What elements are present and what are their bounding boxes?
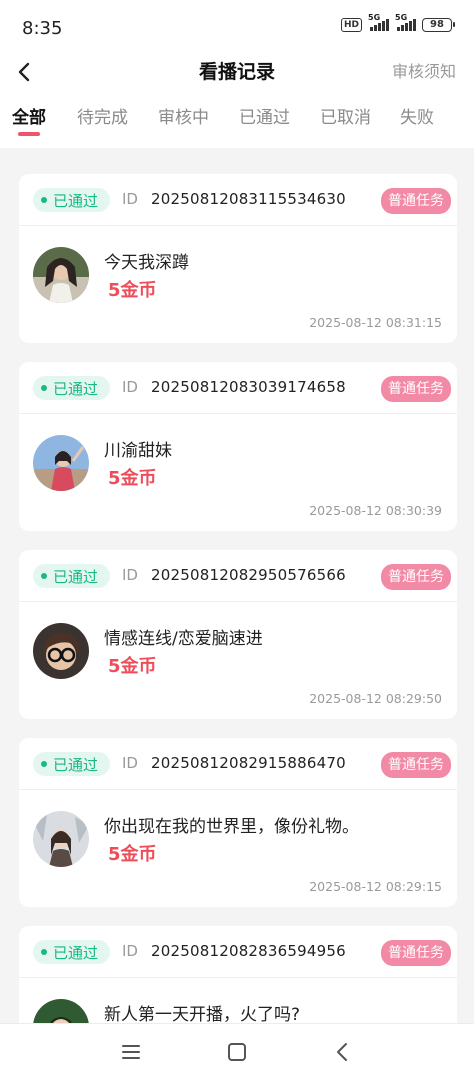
task-type-badge: 普通任务	[381, 940, 451, 966]
status-text: 已通过	[53, 755, 99, 774]
status-bar: 8:35 HD 5G 5G 98	[0, 0, 474, 58]
record-id: 20250812082950576566	[151, 566, 346, 584]
status-dot-icon	[41, 949, 47, 955]
signal-icon: 5G	[368, 13, 389, 31]
record-card-header: 已通过 ID 20250812083039174658 普通任务	[19, 362, 457, 414]
record-timestamp: 2025-08-12 08:31:15	[309, 315, 442, 330]
id-label: ID	[122, 190, 138, 208]
reward-coins: 5金币	[108, 844, 157, 865]
record-card[interactable]: 已通过 ID 20250812083115534630 普通任务 今天我深蹲 5…	[19, 174, 457, 343]
status-badge: 已通过	[33, 376, 111, 400]
avatar	[33, 247, 89, 303]
record-card-header: 已通过 ID 20250812082915886470 普通任务	[19, 738, 457, 790]
anchor-name: 新人第一天开播，火了吗?	[104, 1005, 301, 1025]
system-back-button[interactable]	[326, 1036, 358, 1068]
nav-header: 看播记录 审核须知	[0, 58, 474, 86]
status-tabs: 全部 待完成 审核中 已通过 已取消 失败	[0, 86, 474, 148]
id-label: ID	[122, 378, 138, 396]
anchor-name: 今天我深蹲	[104, 253, 189, 273]
avatar	[33, 623, 89, 679]
status-dot-icon	[41, 197, 47, 203]
avatar	[33, 811, 89, 867]
tab-reviewing[interactable]: 审核中	[158, 106, 209, 130]
record-id: 20250812082915886470	[151, 754, 346, 772]
status-text: 已通过	[53, 379, 99, 398]
task-type-badge: 普通任务	[381, 752, 451, 778]
status-text: 已通过	[53, 943, 99, 962]
status-badge: 已通过	[33, 752, 111, 776]
record-id: 20250812083039174658	[151, 378, 346, 396]
task-type-badge: 普通任务	[381, 376, 451, 402]
status-dot-icon	[41, 573, 47, 579]
review-rules-link[interactable]: 审核须知	[392, 58, 456, 86]
record-card[interactable]: 已通过 ID 20250812082915886470 普通任务 你出现在我的世…	[19, 738, 457, 907]
task-type-badge: 普通任务	[381, 188, 451, 214]
avatar	[33, 435, 89, 491]
tab-all[interactable]: 全部	[12, 106, 46, 130]
task-type-badge: 普通任务	[381, 564, 451, 590]
menu-button[interactable]	[115, 1036, 147, 1068]
menu-icon	[122, 1045, 140, 1059]
home-button[interactable]	[221, 1036, 253, 1068]
chevron-left-icon	[337, 1043, 347, 1061]
status-badge: 已通过	[33, 940, 111, 964]
id-label: ID	[122, 754, 138, 772]
id-label: ID	[122, 942, 138, 960]
reward-coins: 5金币	[108, 280, 157, 301]
anchor-name: 你出现在我的世界里，像份礼物。	[104, 817, 359, 837]
tab-approved[interactable]: 已通过	[239, 106, 290, 130]
record-card-header: 已通过 ID 20250812082836594956 普通任务	[19, 926, 457, 978]
status-badge: 已通过	[33, 188, 111, 212]
status-time: 8:35	[22, 18, 63, 39]
system-nav-bar	[0, 1023, 474, 1080]
status-dot-icon	[41, 385, 47, 391]
record-timestamp: 2025-08-12 08:29:15	[309, 879, 442, 894]
anchor-name: 情感连线/恋爱脑速进	[104, 629, 263, 649]
anchor-name: 川渝甜妹	[104, 441, 172, 461]
record-card-header: 已通过 ID 20250812083115534630 普通任务	[19, 174, 457, 226]
record-timestamp: 2025-08-12 08:29:50	[309, 691, 442, 706]
tab-cancelled[interactable]: 已取消	[320, 106, 371, 130]
reward-coins: 5金币	[108, 656, 157, 677]
record-card[interactable]: 已通过 ID 20250812083039174658 普通任务 川渝甜妹 5金…	[19, 362, 457, 531]
status-text: 已通过	[53, 567, 99, 586]
record-id: 20250812083115534630	[151, 190, 346, 208]
record-timestamp: 2025-08-12 08:30:39	[309, 503, 442, 518]
battery-icon: 98	[422, 18, 455, 32]
record-id: 20250812082836594956	[151, 942, 346, 960]
id-label: ID	[122, 566, 138, 584]
status-dot-icon	[41, 761, 47, 767]
reward-coins: 5金币	[108, 468, 157, 489]
record-list: 已通过 ID 20250812083115534630 普通任务 今天我深蹲 5…	[19, 174, 457, 1080]
home-square-icon	[228, 1043, 246, 1061]
tab-active-indicator	[18, 132, 40, 136]
tab-pending[interactable]: 待完成	[77, 106, 128, 130]
record-card-header: 已通过 ID 20250812082950576566 普通任务	[19, 550, 457, 602]
hd-icon: HD	[340, 18, 362, 32]
record-card[interactable]: 已通过 ID 20250812082950576566 普通任务 情感连线/恋爱…	[19, 550, 457, 719]
status-badge: 已通过	[33, 564, 111, 588]
signal-icon: 5G	[395, 13, 416, 31]
status-icons: HD 5G 5G 98	[340, 13, 455, 32]
tab-failed[interactable]: 失败	[400, 106, 434, 130]
status-text: 已通过	[53, 191, 99, 210]
